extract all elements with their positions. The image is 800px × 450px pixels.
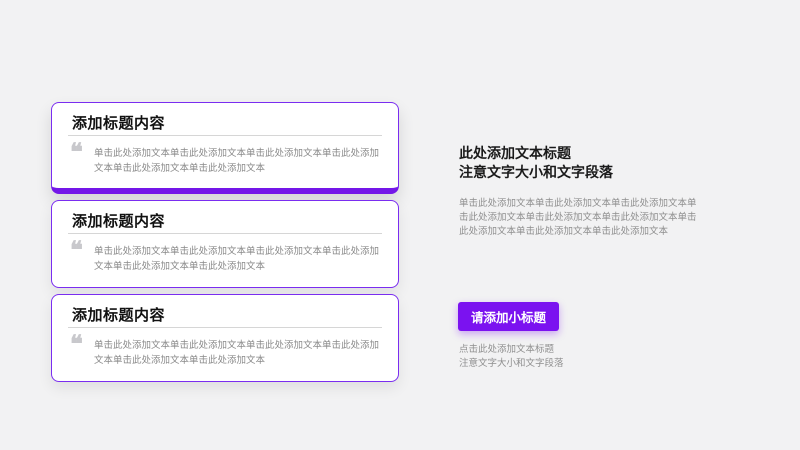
card-body-text: 单击此处添加文本单击此处添加文本单击此处添加文本单击此处添加文本单击此处添加文本… [94,148,380,174]
card-title: 添加标题内容 [72,306,166,324]
card-divider [68,135,382,136]
card-title: 添加标题内容 [72,114,166,132]
content-card-2[interactable]: 添加标题内容 ❝ 单击此处添加文本单击此处添加文本单击此处添加文本单击此处添加文… [51,200,399,288]
content-card-1[interactable]: 添加标题内容 ❝ 单击此处添加文本单击此处添加文本单击此处添加文本单击此处添加文… [51,102,399,194]
subtitle-note-line-1: 点击此处添加文本标题 [459,344,555,355]
subtitle-note: 点击此处添加文本标题 注意文字大小和文字段落 [459,343,564,371]
add-subtitle-button[interactable]: 请添加小标题 [458,302,559,331]
card-body-text: 单击此处添加文本单击此处添加文本单击此处添加文本单击此处添加文本单击此处添加文本… [94,340,380,366]
section-title-line-1: 此处添加文本标题 [459,146,571,162]
section-title-line-2: 注意文字大小和文字段落 [459,165,613,181]
subtitle-note-line-2: 注意文字大小和文字段落 [459,358,564,369]
quote-icon: ❝ [70,137,83,166]
quote-icon: ❝ [70,235,83,264]
card-title: 添加标题内容 [72,212,166,230]
content-card-3[interactable]: 添加标题内容 ❝ 单击此处添加文本单击此处添加文本单击此处添加文本单击此处添加文… [51,294,399,382]
section-body-text: 单击此处添加文本单击此处添加文本单击此处添加文本单击此处添加文本单击此处添加文本… [459,198,697,237]
quote-icon: ❝ [70,329,83,358]
section-title: 此处添加文本标题 注意文字大小和文字段落 [459,145,613,183]
card-divider [68,327,382,328]
card-divider [68,233,382,234]
card-body-text: 单击此处添加文本单击此处添加文本单击此处添加文本单击此处添加文本单击此处添加文本… [94,246,380,272]
